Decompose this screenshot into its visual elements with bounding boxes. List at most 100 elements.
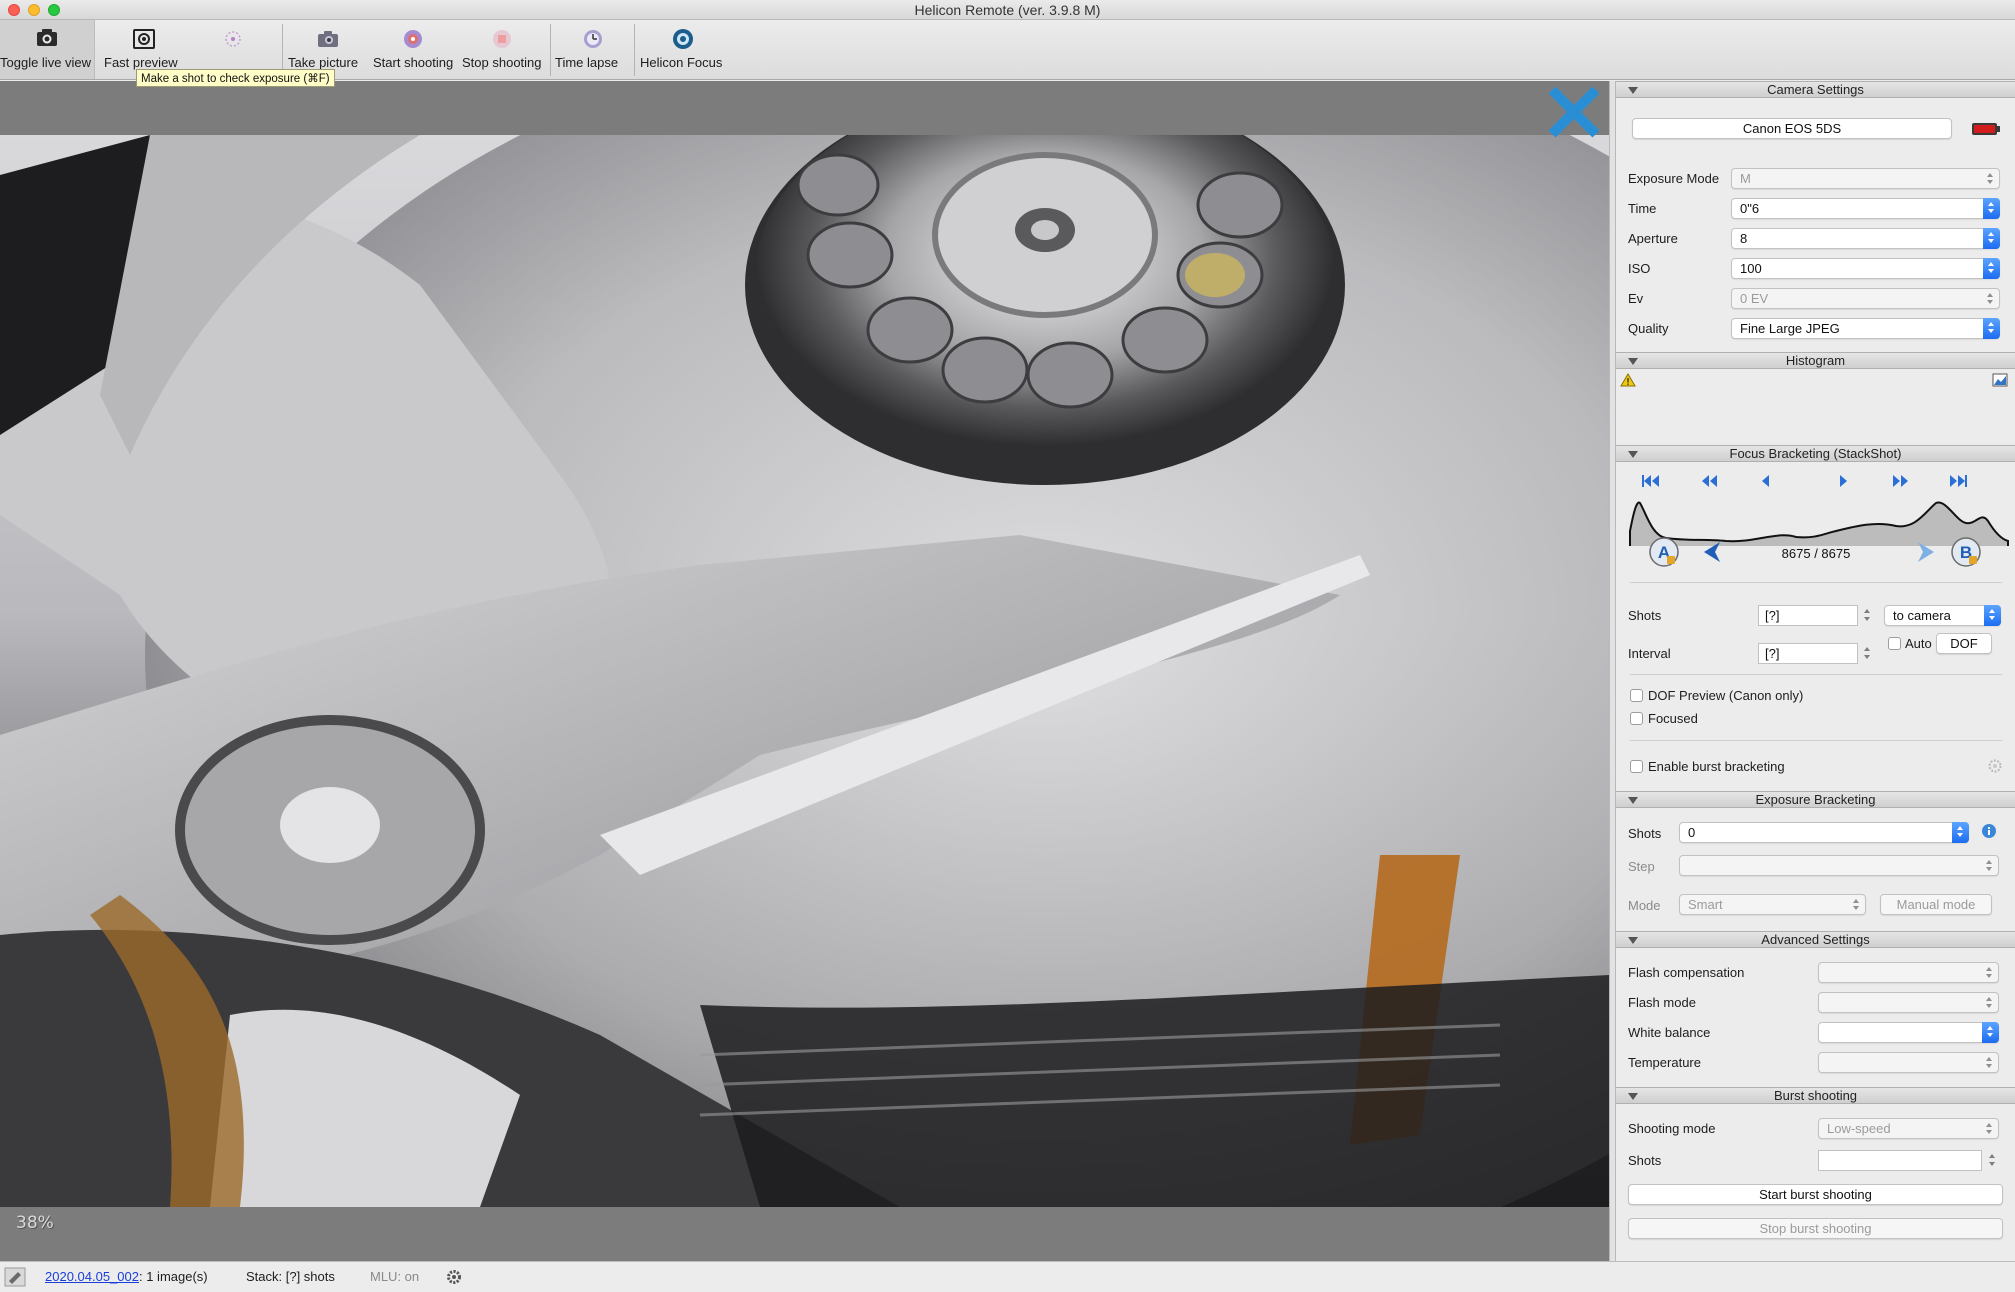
- step-forward-icon[interactable]: [1831, 472, 1855, 490]
- eb-mode-value: Smart: [1688, 897, 1723, 912]
- rewind-fast-icon[interactable]: [1698, 472, 1722, 490]
- focus-bracketing-header[interactable]: Focus Bracketing (StackShot): [1616, 445, 2015, 462]
- dropdown-arrow-icon: [1984, 605, 2001, 626]
- camera-select-button[interactable]: Canon EOS 5DS: [1632, 118, 1952, 139]
- battery-icon: [1972, 123, 2000, 135]
- zoom-window-button[interactable]: [48, 4, 60, 16]
- point-b-icon[interactable]: B: [1950, 536, 1982, 568]
- divider: [1630, 582, 2002, 583]
- settings-gear-icon[interactable]: [446, 1269, 462, 1285]
- flash-mode-select[interactable]: [1818, 992, 1999, 1013]
- session-folder-info: 2020.04.05_002: 1 image(s): [45, 1262, 208, 1292]
- aperture-label: Aperture: [1628, 231, 1678, 246]
- settings-panel: Camera Settings Canon EOS 5DS Exposure M…: [1616, 81, 2015, 1261]
- eb-step-select[interactable]: [1679, 855, 1999, 876]
- histogram-header[interactable]: Histogram: [1616, 352, 2015, 369]
- time-lapse-icon: [583, 30, 602, 48]
- live-view-area[interactable]: 38%: [0, 81, 1609, 1261]
- close-window-button[interactable]: [8, 4, 20, 16]
- destination-select[interactable]: to camera: [1884, 605, 2001, 626]
- forward-far-icon[interactable]: [1944, 472, 1968, 490]
- close-preview-icon[interactable]: [1546, 84, 1602, 140]
- minimize-window-button[interactable]: [28, 4, 40, 16]
- point-a-icon[interactable]: A: [1648, 536, 1680, 568]
- focus-position-counter: 8675 / 8675: [1781, 546, 1851, 561]
- iso-value: 100: [1740, 261, 1762, 276]
- burst-shots-stepper[interactable]: [1987, 1150, 1998, 1171]
- burst-bracketing-checkbox[interactable]: [1630, 760, 1643, 773]
- time-select[interactable]: 0"6: [1731, 198, 2000, 219]
- toolbar-separator: [634, 24, 635, 76]
- title-bar: Helicon Remote (ver. 3.9.8 M): [0, 0, 2015, 20]
- ev-select[interactable]: 0 EV: [1731, 288, 2000, 309]
- camera-icon: [318, 31, 338, 47]
- auto-label: Auto: [1905, 636, 1932, 651]
- auto-checkbox[interactable]: [1888, 637, 1901, 650]
- collapse-triangle-icon: [1628, 797, 1638, 804]
- white-balance-select[interactable]: [1818, 1022, 1999, 1043]
- step-back-icon[interactable]: [1754, 472, 1778, 490]
- iso-select[interactable]: 100: [1731, 258, 2000, 279]
- quality-select[interactable]: Fine Large JPEG: [1731, 318, 2000, 339]
- time-label: Time: [1628, 201, 1657, 216]
- divider: [1630, 674, 2002, 675]
- fb-shots-field[interactable]: [?]: [1758, 605, 1858, 626]
- dropdown-arrow-icon: [1986, 170, 1996, 187]
- stop-burst-shooting-button[interactable]: Stop burst shooting: [1628, 1218, 2003, 1239]
- time-lapse-button[interactable]: Time lapse: [555, 20, 630, 79]
- dof-preview-checkbox[interactable]: [1630, 689, 1643, 702]
- dof-preview-label: DOF Preview (Canon only): [1648, 688, 1804, 703]
- toolbar: Toggle live view Fast preview Take pictu…: [0, 20, 2015, 87]
- panel-splitter[interactable]: [1609, 81, 1616, 1261]
- focused-checkbox[interactable]: [1630, 712, 1643, 725]
- eb-shots-select[interactable]: 0: [1679, 822, 1969, 843]
- toggle-live-view-button[interactable]: Toggle live view: [0, 20, 95, 79]
- interval-stepper[interactable]: [1862, 643, 1873, 664]
- advanced-settings-title: Advanced Settings: [1761, 932, 1870, 947]
- burst-shooting-header[interactable]: Burst shooting: [1616, 1087, 2015, 1104]
- eb-mode-select[interactable]: Smart: [1679, 894, 1866, 915]
- exposure-mode-value: M: [1740, 171, 1751, 186]
- shooting-mode-select[interactable]: Low-speed: [1818, 1118, 1999, 1139]
- interval-field[interactable]: [?]: [1758, 643, 1858, 664]
- dropdown-arrow-icon: [1983, 258, 2000, 279]
- tooltip: Make a shot to check exposure (⌘F): [136, 69, 335, 87]
- start-burst-shooting-button[interactable]: Start burst shooting: [1628, 1184, 2003, 1205]
- aperture-select[interactable]: 8: [1731, 228, 2000, 249]
- dropdown-arrow-icon: [1985, 1054, 1995, 1071]
- time-lapse-label: Time lapse: [555, 55, 619, 70]
- fb-shots-stepper[interactable]: [1862, 605, 1873, 626]
- collapse-triangle-icon: [1628, 358, 1638, 365]
- move-to-b-arrow-icon[interactable]: [1916, 541, 1936, 563]
- live-view-image: [0, 135, 1609, 1207]
- session-folder-link[interactable]: 2020.04.05_002: [45, 1269, 139, 1284]
- temperature-label: Temperature: [1628, 1055, 1701, 1070]
- flash-compensation-select[interactable]: [1818, 962, 1999, 983]
- temperature-select[interactable]: [1818, 1052, 1999, 1073]
- window-title: Helicon Remote (ver. 3.9.8 M): [914, 2, 1101, 18]
- advanced-settings-header[interactable]: Advanced Settings: [1616, 931, 2015, 948]
- dof-button[interactable]: DOF: [1936, 633, 1992, 654]
- start-shooting-button[interactable]: Start shooting: [373, 20, 453, 79]
- exposure-mode-select[interactable]: M: [1731, 168, 2000, 189]
- toolbar-separator: [550, 24, 551, 76]
- manual-mode-button[interactable]: Manual mode: [1880, 894, 1992, 915]
- dropdown-arrow-icon: [1985, 994, 1995, 1011]
- rewind-far-icon[interactable]: [1641, 472, 1665, 490]
- dropdown-arrow-icon: [1983, 318, 2000, 339]
- exposure-bracketing-header[interactable]: Exposure Bracketing: [1616, 791, 2015, 808]
- burst-settings-gear-icon[interactable]: [1988, 759, 2002, 773]
- stop-shooting-button[interactable]: Stop shooting: [462, 20, 542, 79]
- focus-bracketing-title: Focus Bracketing (StackShot): [1729, 446, 1902, 461]
- dropdown-arrow-icon: [1983, 198, 2000, 219]
- histogram-title: Histogram: [1785, 353, 1846, 368]
- log-icon[interactable]: [4, 1267, 26, 1287]
- focused-label: Focused: [1648, 711, 1698, 726]
- info-icon[interactable]: [1981, 823, 1997, 839]
- forward-fast-icon[interactable]: [1888, 472, 1912, 490]
- helicon-focus-button[interactable]: Helicon Focus: [640, 20, 725, 79]
- burst-shots-field[interactable]: [1818, 1150, 1982, 1171]
- eb-step-label: Step: [1628, 859, 1655, 874]
- collapse-triangle-icon: [1628, 1093, 1638, 1100]
- camera-settings-header[interactable]: Camera Settings: [1616, 81, 2015, 98]
